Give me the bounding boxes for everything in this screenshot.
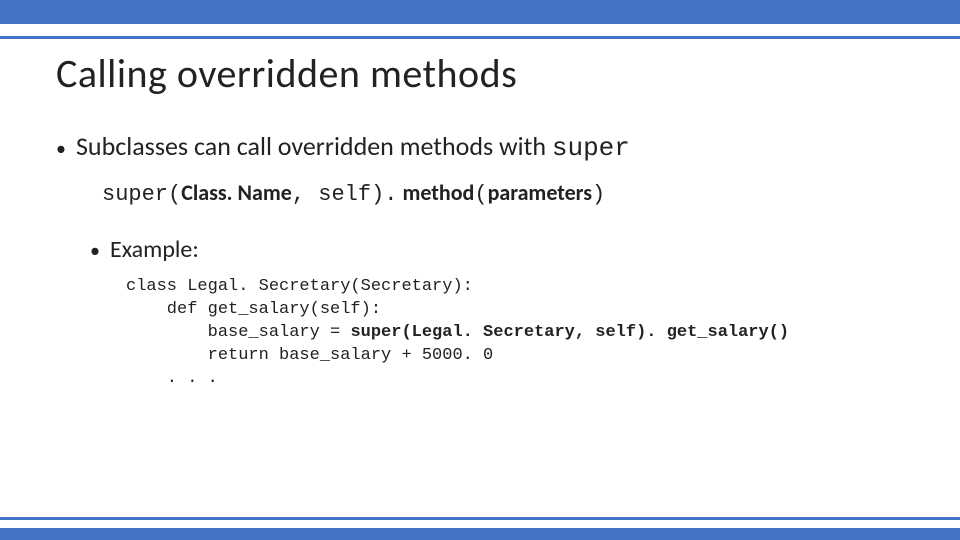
bullet-dot-icon: • — [56, 139, 66, 159]
top-bar — [0, 0, 960, 24]
bottom-bar — [0, 528, 960, 540]
code-line-bold: super(Legal. Secretary, self). get_salar… — [350, 323, 789, 342]
code-line: class Legal. Secretary(Secretary): — [126, 277, 473, 296]
syntax-p2: , self). — [292, 182, 398, 207]
code-line: . . . — [126, 369, 218, 388]
sub-bullet-item: • Example: — [90, 235, 904, 264]
sub-bullet-text: Example: — [110, 235, 199, 264]
syntax-line: super(Class. Name, self). method(paramet… — [102, 179, 904, 207]
content: Calling overridden methods • Subclasses … — [0, 39, 960, 391]
bullet-item: • Subclasses can call overridden methods… — [56, 130, 904, 163]
code-line: base_salary = — [126, 323, 350, 342]
bullet-prefix: Subclasses can call overridden methods w… — [76, 130, 552, 162]
syntax-method: method — [397, 179, 474, 206]
syntax-p3: ( — [474, 182, 487, 207]
syntax-p1: super( — [102, 182, 181, 207]
code-line: return base_salary + 5000. 0 — [126, 346, 493, 365]
syntax-p4: ) — [592, 182, 605, 207]
divider-bottom — [0, 517, 960, 520]
syntax-params: parameters — [488, 179, 592, 206]
code-block: class Legal. Secretary(Secretary): def g… — [126, 276, 904, 391]
bullet-text: Subclasses can call overridden methods w… — [76, 130, 630, 163]
syntax-classname: Class. Name — [181, 179, 292, 206]
slide-title: Calling overridden methods — [56, 49, 904, 98]
slide: Calling overridden methods • Subclasses … — [0, 0, 960, 540]
bullet-dot-icon: • — [90, 241, 100, 261]
bullet-code: super — [552, 133, 630, 163]
code-line: def get_salary(self): — [126, 300, 381, 319]
